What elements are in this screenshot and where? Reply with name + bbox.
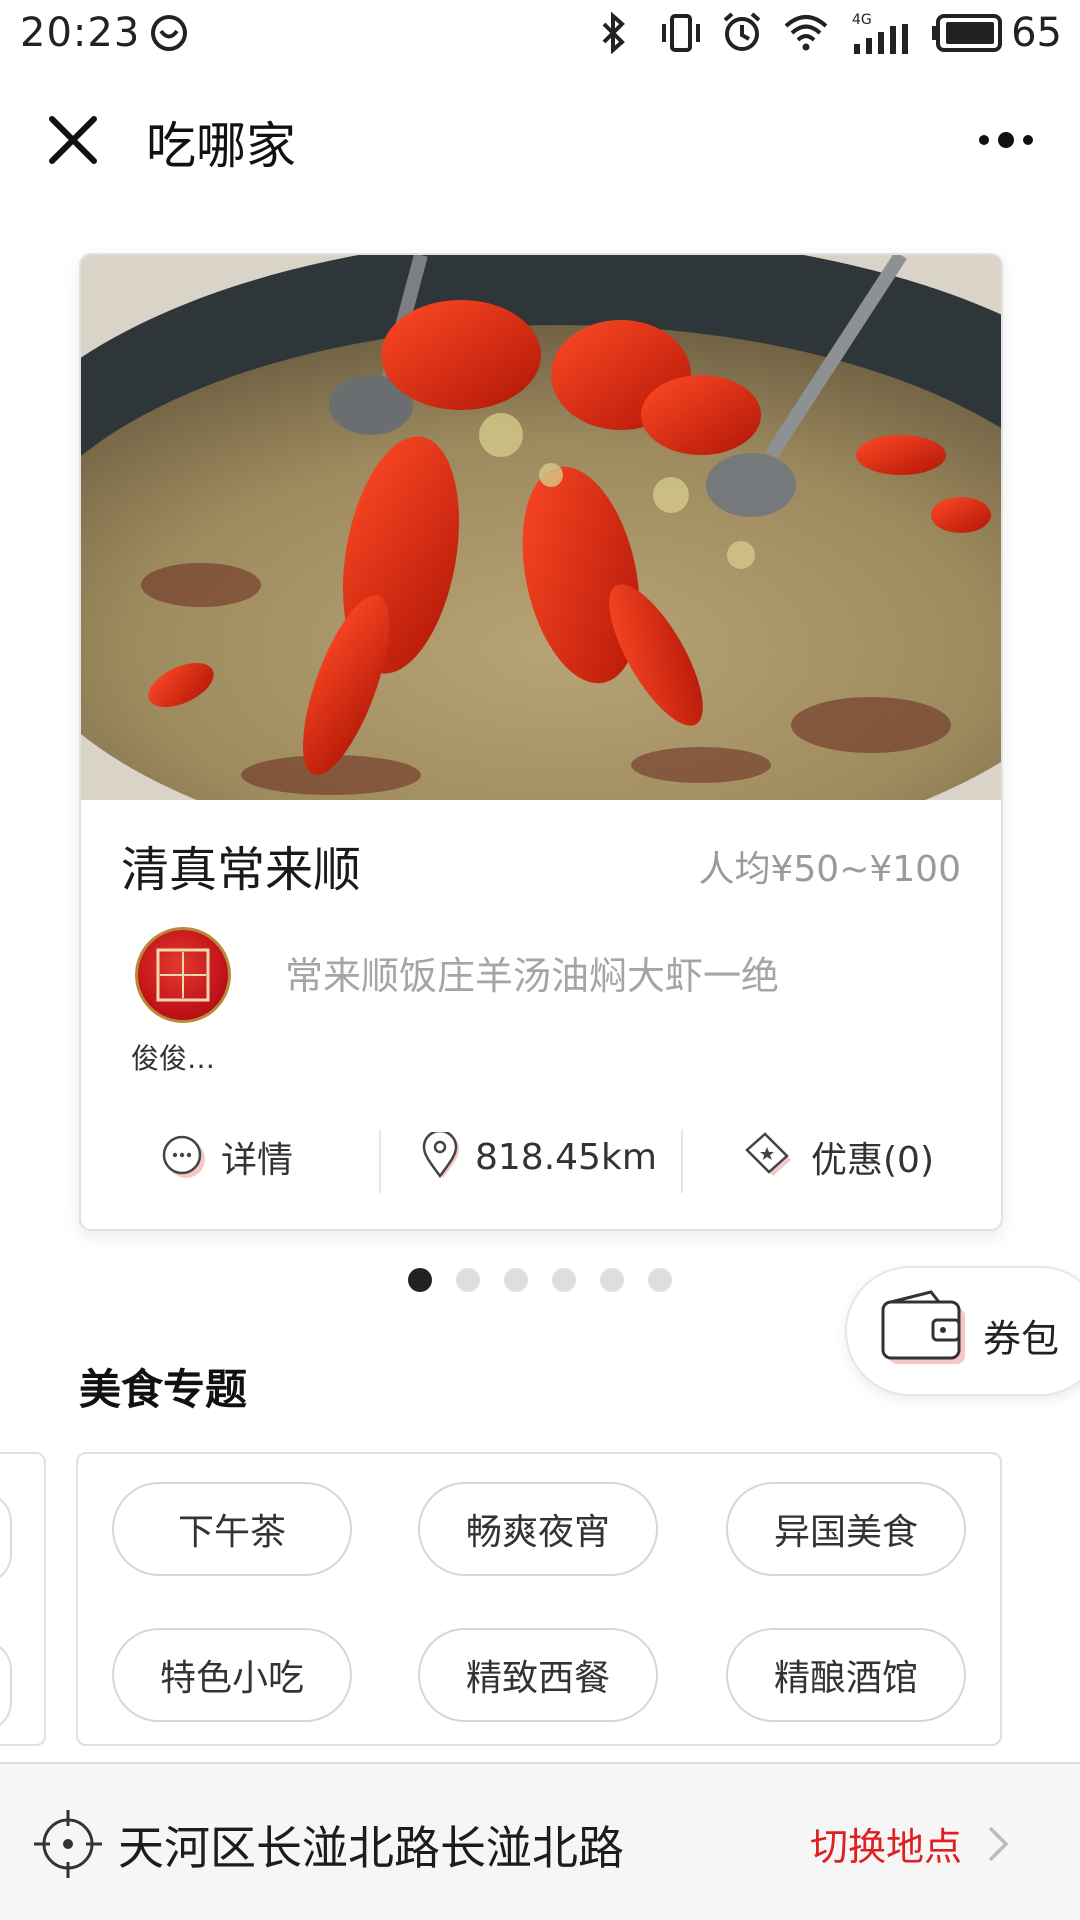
card-actions: 详情 818.45km 优惠(0) xyxy=(81,1117,1001,1197)
restaurant-card[interactable]: 清真常来顺 人均¥50~¥100 俊俊… 常来顺饭庄羊汤油焖大虾一绝 详情 81… xyxy=(79,253,1003,1231)
ticket-icon xyxy=(745,1132,791,1176)
distance-button[interactable]: 818.45km xyxy=(421,1117,657,1197)
distance-label: 818.45km xyxy=(475,1136,657,1178)
deals-button[interactable]: 优惠(0) xyxy=(741,1117,934,1197)
chevron-right-icon[interactable] xyxy=(986,1824,1010,1864)
topic-pill-partial xyxy=(0,1492,12,1584)
switch-location-link[interactable]: 切换地点 xyxy=(810,1816,962,1871)
topics-previous-card[interactable] xyxy=(0,1452,46,1746)
seal-logo-icon xyxy=(156,948,210,1002)
bluetooth-icon xyxy=(602,12,625,54)
app-header: 吃哪家 xyxy=(0,80,1080,200)
action-divider xyxy=(681,1129,683,1193)
pager-dot[interactable] xyxy=(600,1268,624,1292)
more-options-icon[interactable] xyxy=(976,125,1036,155)
wifi-icon xyxy=(784,15,828,51)
coupon-wallet-label: 券包 xyxy=(983,1317,1060,1361)
details-label: 详情 xyxy=(221,1140,294,1181)
wallet-icon xyxy=(881,1290,965,1364)
pager-dot[interactable] xyxy=(408,1268,432,1292)
deals-label: 优惠(0) xyxy=(811,1140,934,1181)
pager-dot[interactable] xyxy=(552,1268,576,1292)
restaurant-tagline: 常来顺饭庄羊汤油焖大虾一绝 xyxy=(285,954,780,998)
topic-pill-partial xyxy=(0,1640,12,1732)
pager-dot[interactable] xyxy=(456,1268,480,1292)
topics-card: 下午茶 畅爽夜宵 异国美食 特色小吃 精致西餐 精酿酒馆 xyxy=(76,1452,1002,1746)
carousel-pager xyxy=(408,1268,672,1292)
coupon-wallet-button[interactable]: 券包 xyxy=(845,1266,1080,1396)
restaurant-photo xyxy=(81,255,1001,800)
author-name[interactable]: 俊俊… xyxy=(131,1037,215,1077)
restaurant-name: 清真常来顺 xyxy=(121,842,362,898)
price-range: 人均¥50~¥100 xyxy=(698,849,962,890)
crayfish-dish-image xyxy=(81,255,1001,800)
status-time: 20:23 xyxy=(20,10,141,56)
battery-icon xyxy=(932,14,1002,52)
topics-heading: 美食专题 xyxy=(79,1365,248,1414)
app-status-icon xyxy=(151,15,187,51)
topic-pill[interactable]: 精致西餐 xyxy=(418,1628,658,1722)
topic-pill[interactable]: 异国美食 xyxy=(726,1482,966,1576)
details-button[interactable]: 详情 xyxy=(161,1117,293,1197)
location-pin-icon xyxy=(422,1132,459,1179)
close-icon[interactable] xyxy=(48,115,98,165)
vibrate-icon xyxy=(662,14,700,52)
topic-pill[interactable]: 特色小吃 xyxy=(112,1628,352,1722)
alarm-icon xyxy=(723,12,761,51)
chat-bubble-icon xyxy=(162,1135,205,1178)
status-bar: 20:23 4G 65 xyxy=(0,0,1080,70)
gps-crosshair-icon xyxy=(34,1810,102,1878)
page-title: 吃哪家 xyxy=(146,117,296,175)
pager-dot[interactable] xyxy=(504,1268,528,1292)
battery-percent: 65 xyxy=(1011,10,1062,56)
topic-pill[interactable]: 畅爽夜宵 xyxy=(418,1482,658,1576)
topic-pill[interactable]: 精酿酒馆 xyxy=(726,1628,966,1722)
pager-dot[interactable] xyxy=(648,1268,672,1292)
location-bar[interactable]: 天河区长湴北路长湴北路 切换地点 xyxy=(0,1762,1080,1920)
current-address: 天河区长湴北路长湴北路 xyxy=(118,1821,624,1875)
signal-icon xyxy=(854,24,908,54)
author-avatar[interactable] xyxy=(135,927,231,1023)
action-divider xyxy=(379,1129,381,1193)
topic-pill[interactable]: 下午茶 xyxy=(112,1482,352,1576)
